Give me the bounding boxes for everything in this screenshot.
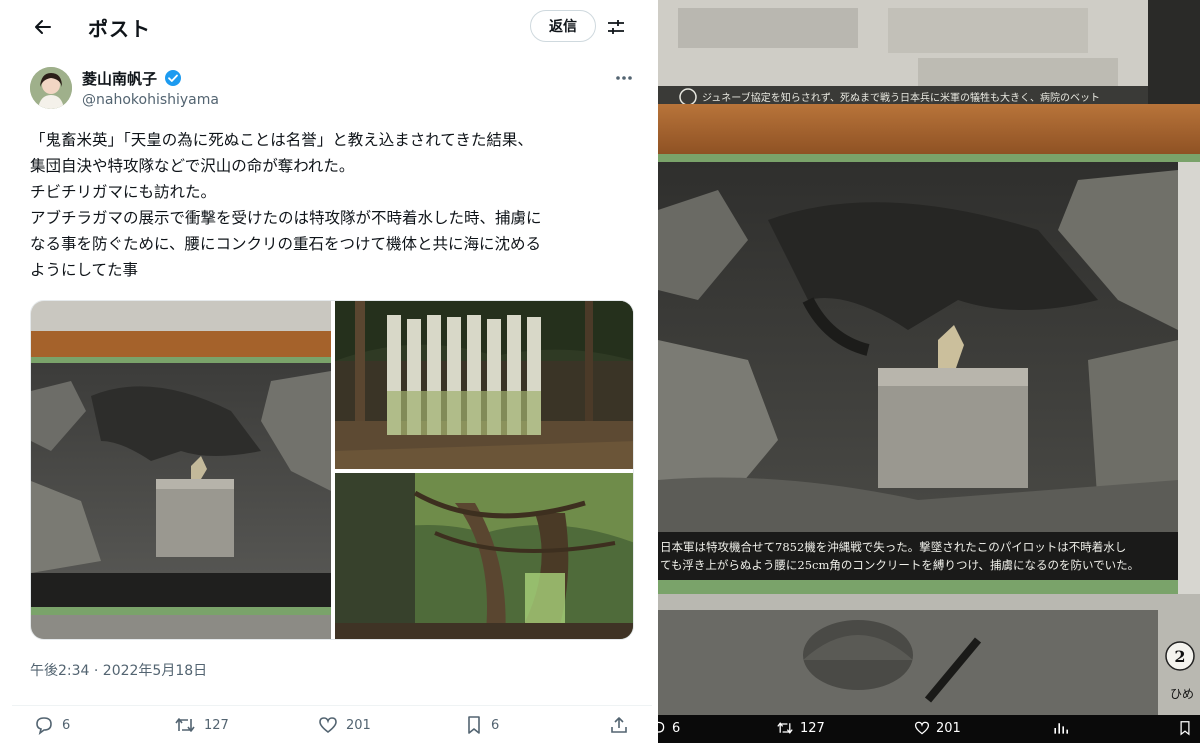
bookmark-icon (1180, 721, 1190, 736)
stats-icon (1054, 723, 1068, 734)
photo-retweet-count: 127 (800, 720, 825, 736)
action-bar: 6 127 201 6 (12, 705, 652, 743)
like-action-button[interactable]: 201 (318, 715, 371, 735)
photo-bookmark-button[interactable] (1178, 720, 1192, 736)
arrow-left-icon (35, 20, 51, 34)
tweet-line: 「鬼畜米英」「天皇の為に死ぬことは名誉」と教え込まされてきた結果、 (30, 131, 533, 149)
more-options-icon[interactable] (612, 70, 636, 86)
tweet-panel: ポスト 返信 菱山南帆子 @nahokohishiyama 「鬼畜米英」「天皇の… (12, 0, 652, 743)
photo-like-count: 201 (936, 720, 961, 736)
enlarged-photo-panel[interactable]: ジュネーブ協定を知らされず、死ぬまで戦う日本兵に米軍の犠牲も大きく、病院のベット… (658, 0, 1200, 743)
author-name[interactable]: 菱山南帆子 (82, 68, 157, 89)
media-photo-exhibit[interactable] (31, 301, 331, 639)
media-photo-memorial-stakes[interactable] (335, 301, 633, 469)
tweet-line: ようにしてた事 (30, 261, 139, 279)
photo-like-button[interactable]: 201 (914, 720, 961, 736)
tweet-text: 「鬼畜米英」「天皇の為に死ぬことは名誉」と教え込まされてきた結果、 集団自決や特… (30, 127, 642, 283)
author-handle[interactable]: @nahokohishiyama (82, 92, 219, 108)
corner-text: ひめ (1170, 687, 1194, 701)
caption-line-2: ても浮き上がらぬよう腰に25cm角のコンクリートを縛りつけ、捕虜になるのを防いで… (660, 558, 1139, 572)
bookmark-count: 6 (491, 717, 500, 733)
caption-line-1: 日本軍は特攻機合せて7852機を沖縄戦で失った。撃墜されたこのパイロットは不時着… (660, 540, 1126, 554)
back-button[interactable] (26, 10, 60, 44)
heart-icon (319, 717, 337, 734)
photo-reply-button[interactable]: 6 (658, 720, 680, 736)
verified-badge-icon (164, 69, 182, 87)
retweet-action-button[interactable]: 127 (174, 715, 229, 735)
avatar[interactable] (30, 67, 72, 109)
reply-button[interactable]: 返信 (530, 10, 596, 42)
tweet-timestamp[interactable]: 午後2:34 · 2022年5月18日 (30, 660, 207, 680)
photo-action-bar: 6 127 201 (658, 715, 1200, 743)
media-photo-banyan-trees[interactable] (335, 473, 633, 639)
page-title: ポスト (88, 17, 151, 41)
tweet-line: アブチラガマの展示で衝撃を受けたのは特攻隊が不時着水した時、捕虜に (30, 209, 542, 227)
panel-number: 2 (1174, 647, 1185, 666)
tweet-line: 集団自決や特攻隊などで沢山の命が奪われた。 (30, 157, 355, 175)
photo-retweet-button[interactable]: 127 (776, 720, 825, 736)
reply-count: 6 (62, 717, 71, 733)
retweet-icon (777, 722, 793, 734)
media-grid (30, 300, 634, 640)
reply-action-button[interactable]: 6 (34, 715, 70, 735)
filter-button[interactable] (601, 12, 631, 42)
share-icon (611, 717, 627, 733)
tweet-line: チビチリガマにも訪れた。 (30, 183, 217, 201)
heart-icon (914, 721, 930, 735)
bookmark-action-button[interactable]: 6 (465, 715, 499, 735)
like-count: 201 (346, 717, 371, 733)
tweet-line: なる事を防ぐために、腰にコンクリの重石をつけて機体と共に海に沈める (30, 235, 542, 253)
photo-reply-count: 6 (672, 720, 681, 736)
comment-icon (658, 721, 665, 733)
retweet-count: 127 (204, 717, 229, 733)
retweet-icon (175, 718, 195, 732)
photo-stats-button[interactable] (1052, 720, 1068, 736)
comment-icon (36, 717, 52, 735)
bookmark-icon (468, 716, 480, 734)
sliders-icon (608, 20, 624, 34)
top-caption-text: ジュネーブ協定を知らされず、死ぬまで戦う日本兵に米軍の犠牲も大きく、病院のベット (702, 91, 1100, 104)
tweet-header: ポスト 返信 (12, 0, 652, 53)
share-action-button[interactable] (609, 715, 629, 735)
